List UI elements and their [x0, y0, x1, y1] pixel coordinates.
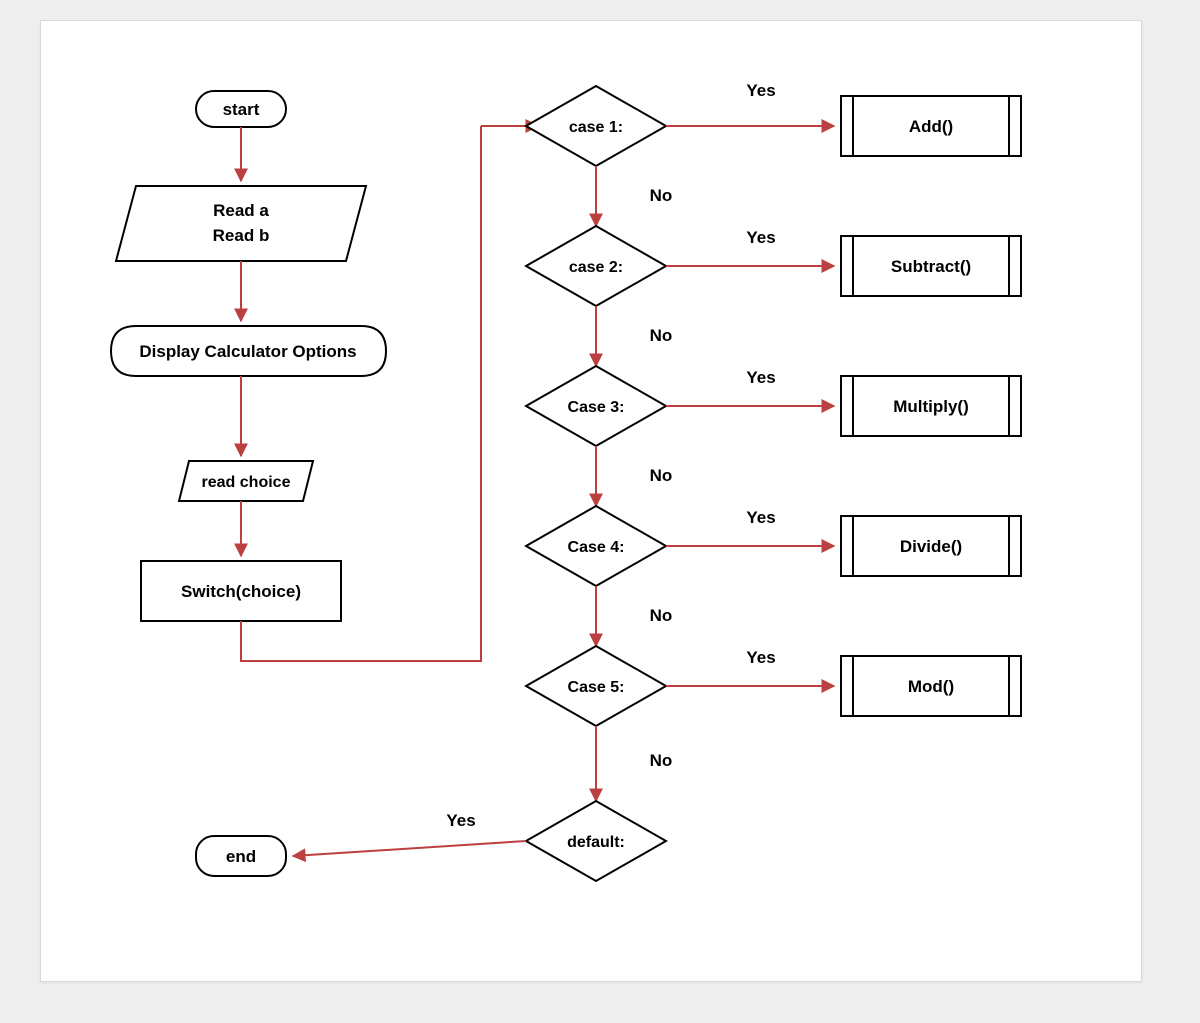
flowchart-svg: start Read a Read b Display Calculator O…	[41, 21, 1141, 981]
node-read-choice-label: read choice	[202, 474, 291, 491]
edge-default-to-end	[293, 841, 526, 856]
label-case2-yes: Yes	[746, 228, 775, 247]
node-case2: case 2:	[526, 226, 666, 306]
node-add: Add()	[841, 96, 1021, 156]
node-default-label: default:	[567, 834, 625, 851]
label-case1-yes: Yes	[746, 81, 775, 100]
node-case3-label: Case 3:	[568, 399, 625, 416]
node-case1: case 1:	[526, 86, 666, 166]
label-case1-no: No	[650, 186, 673, 205]
label-default-yes: Yes	[446, 811, 475, 830]
label-case4-yes: Yes	[746, 508, 775, 527]
node-end-label: end	[226, 847, 256, 866]
node-display-options: Display Calculator Options	[111, 326, 386, 376]
node-read-a-label: Read a	[213, 201, 269, 220]
node-multiply: Multiply()	[841, 376, 1021, 436]
label-case3-yes: Yes	[746, 368, 775, 387]
label-case5-no: No	[650, 751, 673, 770]
node-read-ab: Read a Read b	[116, 186, 366, 261]
node-multiply-label: Multiply()	[893, 397, 969, 416]
node-subtract-label: Subtract()	[891, 257, 971, 276]
node-add-label: Add()	[909, 117, 953, 136]
node-display-options-label: Display Calculator Options	[139, 342, 356, 361]
node-end: end	[196, 836, 286, 876]
node-switch-label: Switch(choice)	[181, 582, 301, 601]
label-case5-yes: Yes	[746, 648, 775, 667]
node-case5-label: Case 5:	[568, 679, 625, 696]
node-subtract: Subtract()	[841, 236, 1021, 296]
diagram-panel: start Read a Read b Display Calculator O…	[40, 20, 1142, 982]
label-case4-no: No	[650, 606, 673, 625]
node-case4-label: Case 4:	[568, 539, 625, 556]
node-case2-label: case 2:	[569, 259, 623, 276]
node-case5: Case 5:	[526, 646, 666, 726]
node-divide: Divide()	[841, 516, 1021, 576]
node-read-b-label: Read b	[213, 226, 270, 245]
node-start-label: start	[223, 100, 260, 119]
node-switch: Switch(choice)	[141, 561, 341, 621]
node-case1-label: case 1:	[569, 119, 623, 136]
node-divide-label: Divide()	[900, 537, 962, 556]
node-mod-label: Mod()	[908, 677, 954, 696]
node-case3: Case 3:	[526, 366, 666, 446]
label-case2-no: No	[650, 326, 673, 345]
node-start: start	[196, 91, 286, 127]
node-mod: Mod()	[841, 656, 1021, 716]
node-read-choice: read choice	[179, 461, 313, 501]
node-default: default:	[526, 801, 666, 881]
node-case4: Case 4:	[526, 506, 666, 586]
label-case3-no: No	[650, 466, 673, 485]
page: start Read a Read b Display Calculator O…	[0, 0, 1200, 1023]
